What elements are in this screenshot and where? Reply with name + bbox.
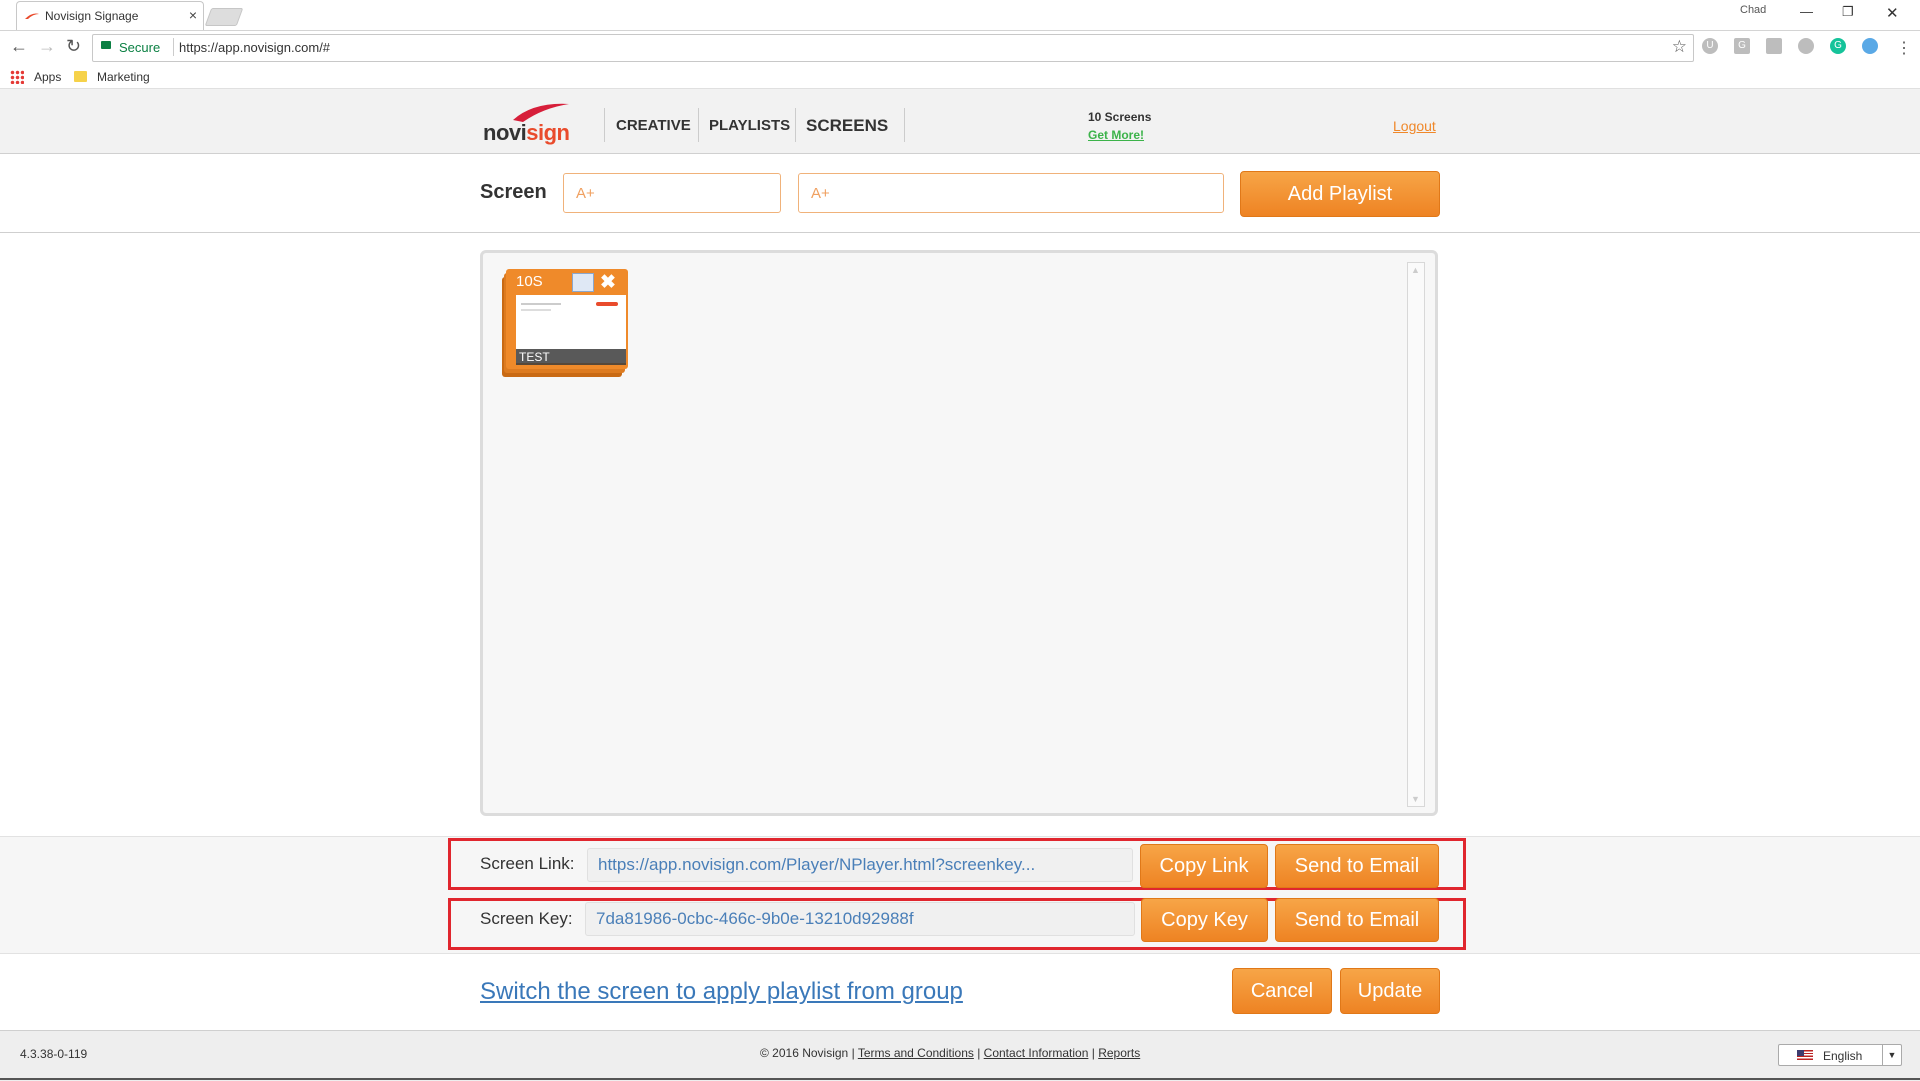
send-link-email-button[interactable]: Send to Email	[1275, 844, 1439, 888]
novisign-favicon-icon	[25, 13, 39, 19]
nav-divider	[904, 108, 905, 142]
scroll-down-icon[interactable]: ▼	[1411, 794, 1420, 804]
get-more-link[interactable]: Get More!	[1088, 128, 1144, 142]
tab-close-icon[interactable]: ×	[189, 7, 197, 23]
chevron-down-icon[interactable]: ▼	[1882, 1045, 1901, 1065]
nav-divider	[698, 108, 699, 142]
scroll-up-icon[interactable]: ▲	[1411, 265, 1420, 275]
extension-g-icon[interactable]: G	[1734, 38, 1750, 54]
add-playlist-button[interactable]: Add Playlist	[1240, 171, 1440, 217]
restore-icon[interactable]: ❐	[1842, 4, 1854, 20]
browser-tab[interactable]: Novisign Signage ×	[16, 1, 204, 31]
contact-link[interactable]: Contact Information	[984, 1046, 1089, 1060]
lock-icon	[101, 41, 111, 49]
reload-icon[interactable]: ↻	[66, 36, 81, 57]
schedule-calendar-icon[interactable]	[572, 273, 594, 292]
card-face: 10S ✖ TEST	[506, 269, 628, 369]
extension-bug-icon[interactable]	[1798, 38, 1814, 54]
screen-key-label: Screen Key:	[480, 909, 573, 928]
divider	[0, 232, 1920, 233]
reports-link[interactable]: Reports	[1098, 1046, 1140, 1060]
screen-name-input[interactable]	[563, 173, 781, 213]
logo-text-a: novi	[483, 120, 527, 145]
bookmark-apps[interactable]: Apps	[34, 70, 61, 84]
new-tab-button[interactable]	[204, 8, 244, 26]
bookmark-star-icon[interactable]: ☆	[1672, 37, 1687, 57]
novisign-logo[interactable]: novisign	[483, 100, 575, 145]
screen-key-field[interactable]: 7da81986-0cbc-466c-9b0e-13210d92988f	[585, 902, 1135, 936]
card-duration: 10S	[516, 273, 543, 290]
window-close-icon[interactable]: ✕	[1886, 4, 1899, 22]
logo-text-b: sign	[526, 120, 570, 145]
us-flag-icon	[1797, 1050, 1813, 1060]
logo-swoosh-icon	[513, 103, 569, 122]
address-bar[interactable]: Secure https://app.novisign.com/# ☆	[92, 34, 1694, 62]
cloud-icon[interactable]	[1862, 38, 1878, 54]
screen-label: Screen	[480, 181, 547, 203]
bookmarks-bar: Apps Marketing	[0, 66, 1920, 89]
copy-key-button[interactable]: Copy Key	[1141, 898, 1268, 942]
copy-link-button[interactable]: Copy Link	[1140, 844, 1268, 888]
footer-links: © 2016 Novisign | Terms and Conditions |…	[760, 1046, 1141, 1060]
version-label: 4.3.38-0-119	[20, 1047, 88, 1061]
playlist-scrollbar[interactable]: ▲ ▼	[1407, 262, 1425, 807]
playlist-card[interactable]: 10S ✖ TEST	[502, 269, 628, 379]
minimize-icon[interactable]: —	[1800, 4, 1813, 19]
card-name: TEST	[516, 349, 626, 365]
nav-playlists[interactable]: PLAYLISTS	[709, 117, 790, 134]
copyright-text: © 2016 Novisign	[760, 1046, 849, 1060]
cancel-button[interactable]: Cancel	[1232, 968, 1332, 1014]
nav-divider	[795, 108, 796, 142]
extension-u-icon[interactable]: U	[1702, 38, 1718, 54]
extension-pdf-icon[interactable]	[1766, 38, 1782, 54]
nav-screens[interactable]: SCREENS	[806, 116, 888, 136]
terms-link[interactable]: Terms and Conditions	[858, 1046, 974, 1060]
tab-title: Novisign Signage	[45, 9, 139, 23]
grammarly-icon[interactable]: G	[1830, 38, 1846, 54]
app-header	[0, 89, 1920, 154]
forward-icon[interactable]: →	[38, 36, 56, 57]
back-icon[interactable]: ←	[10, 36, 28, 57]
screen-link-field[interactable]: https://app.novisign.com/Player/NPlayer.…	[587, 848, 1133, 882]
logout-link[interactable]: Logout	[1393, 118, 1436, 134]
screen-description-input[interactable]	[798, 173, 1224, 213]
thumbnail-logo-icon	[596, 302, 618, 306]
remove-card-icon[interactable]: ✖	[596, 271, 620, 293]
secure-label: Secure	[119, 40, 161, 55]
folder-icon[interactable]	[74, 71, 87, 82]
screens-count: 10 Screens	[1088, 110, 1152, 124]
profile-badge[interactable]: Chad	[1740, 4, 1766, 16]
nav-divider	[604, 108, 605, 142]
bookmark-marketing[interactable]: Marketing	[97, 70, 150, 84]
send-key-email-button[interactable]: Send to Email	[1275, 898, 1439, 942]
language-label: English	[1823, 1049, 1863, 1063]
switch-to-group-link[interactable]: Switch the screen to apply playlist from…	[480, 978, 963, 1006]
apps-grid-icon[interactable]	[10, 70, 24, 84]
chrome-menu-icon[interactable]: ⋮	[1896, 38, 1912, 58]
nav-creative[interactable]: CREATIVE	[616, 117, 691, 134]
screen-link-label: Screen Link:	[480, 854, 575, 873]
url-text[interactable]: https://app.novisign.com/#	[179, 40, 330, 55]
browser-tab-strip	[0, 0, 1920, 30]
language-select[interactable]: English ▼	[1778, 1044, 1902, 1066]
address-separator	[173, 38, 174, 56]
update-button[interactable]: Update	[1340, 968, 1440, 1014]
